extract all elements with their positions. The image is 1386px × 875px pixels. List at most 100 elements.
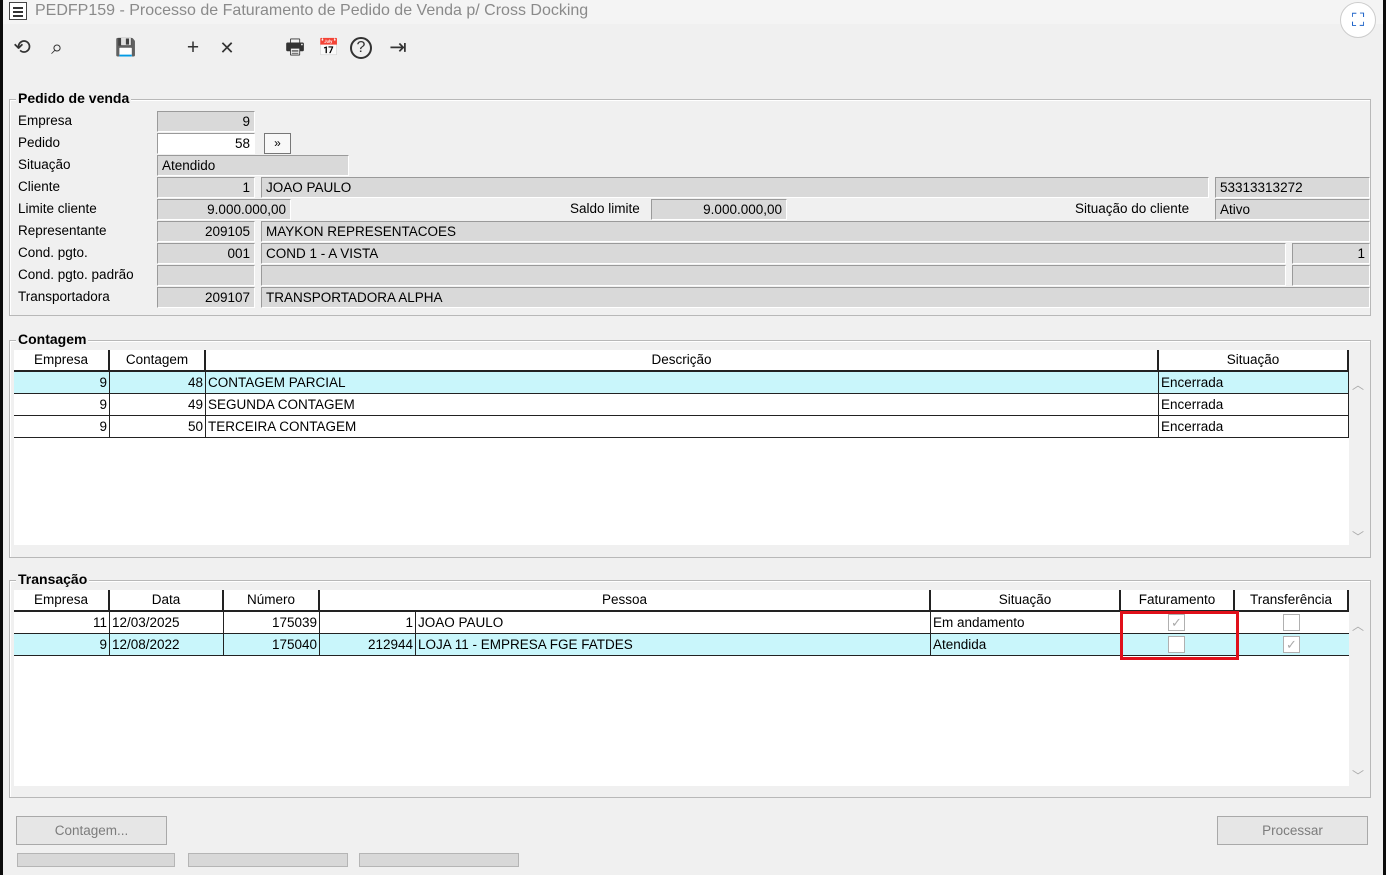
search-icon[interactable]: ⌕ [43,33,71,63]
col-data[interactable]: Data [110,590,224,610]
pedido-label: Pedido [18,135,61,150]
cell-pessoa-code: 212944 [367,637,413,652]
limite-cliente-field[interactable]: 9.000.000,00 [157,199,291,220]
screen-capture-icon[interactable]: ⛶ [1340,2,1376,38]
table-row[interactable]: 9 50 TERCEIRA CONTAGEM Encerrada [14,416,1349,438]
calendar-icon[interactable]: 📅 [315,33,343,63]
transacao-scroll-up-icon[interactable]: ︿ [1352,617,1364,634]
cell-situacao: Encerrada [1159,394,1349,415]
undo-icon[interactable]: ⟲ [8,33,36,63]
col-pessoa[interactable]: Pessoa [320,590,931,610]
table-row[interactable]: 9 49 SEGUNDA CONTAGEM Encerrada [14,394,1349,416]
transacao-header: Empresa Data Número Pessoa Situação Fatu… [14,590,1349,612]
col-empresa[interactable]: Empresa [14,590,110,610]
cond-pgto-number-field[interactable]: 1 [1292,243,1370,264]
cond-pgto-padrao-label: Cond. pgto. padrão [18,267,134,282]
cell-contagem: 48 [110,372,206,393]
cell-situacao: Encerrada [1159,416,1349,437]
transportadora-code-field[interactable]: 209107 [157,287,255,308]
contagem-scroll-up-icon[interactable]: ︿ [1352,376,1364,393]
cliente-label: Cliente [18,179,61,194]
cliente-doc-field[interactable]: 53313313272 [1215,177,1370,198]
cell-empresa: 9 [14,416,110,437]
cell-empresa: 9 [14,634,110,655]
col-faturamento[interactable]: Faturamento [1121,590,1235,610]
pedido-field[interactable]: 58 [157,133,255,154]
col-situacao[interactable]: Situação [931,590,1121,610]
cell-numero: 175040 [224,634,320,655]
exit-icon[interactable]: ⇥ [384,33,412,63]
hidden-button [359,853,519,867]
cell-data: 12/08/2022 [110,634,224,655]
empresa-label: Empresa [18,113,73,128]
cell-empresa: 11 [14,612,110,633]
col-situacao[interactable]: Situação [1159,350,1349,370]
hidden-button [17,853,175,867]
situacao-field[interactable]: Atendido [157,155,349,176]
cond-pgto-padrao-extra-field[interactable] [1292,265,1370,286]
cell-situacao: Em andamento [931,612,1121,633]
cell-situacao: Encerrada [1159,372,1349,393]
transacao-scroll-down-icon[interactable]: ﹀ [1352,767,1364,784]
situacao-cliente-field[interactable]: Ativo [1215,199,1370,220]
cell-pessoa-name: JOAO PAULO [415,612,931,633]
cell-empresa: 9 [14,394,110,415]
transferencia-checkbox[interactable] [1283,614,1300,631]
cell-pessoa-name: LOJA 11 - EMPRESA FGE FATDES [415,634,931,655]
contagem-header: Empresa Contagem Descrição Situação [14,350,1349,372]
col-contagem[interactable]: Contagem [110,350,206,370]
cond-pgto-padrao-code-field[interactable] [157,265,255,286]
delete-icon[interactable]: ✕ [213,33,241,63]
transportadora-name-field[interactable]: TRANSPORTADORA ALPHA [261,287,1370,308]
cell-empresa: 9 [14,372,110,393]
help-icon[interactable]: ? [350,37,372,59]
cliente-name-field[interactable]: JOAO PAULO [261,177,1209,198]
cell-situacao: Atendida [931,634,1121,655]
col-transferencia[interactable]: Transferência [1235,590,1349,610]
transacao-legend: Transação [16,571,90,587]
transportadora-label: Transportadora [18,289,110,304]
situacao-label: Situação [18,157,71,172]
cell-pessoa-code: 1 [405,615,413,630]
processar-button[interactable]: Processar [1217,816,1368,845]
contagem-grid[interactable]: Empresa Contagem Descrição Situação 9 48… [14,350,1349,545]
highlight-box [1120,611,1239,660]
app-icon [9,2,27,20]
cell-contagem: 50 [110,416,206,437]
col-empresa[interactable]: Empresa [14,350,110,370]
pedido-search-button[interactable]: » [264,133,291,154]
cond-pgto-code-field[interactable]: 001 [157,243,255,264]
empresa-field[interactable]: 9 [157,111,255,132]
representante-label: Representante [18,223,107,238]
col-descricao[interactable]: Descrição [206,350,1159,370]
window-border-left [0,0,3,875]
contagem-scroll-down-icon[interactable]: ﹀ [1352,528,1364,545]
save-icon[interactable]: 💾 [112,33,140,63]
cell-data: 12/03/2025 [110,612,224,633]
table-row[interactable]: 9 48 CONTAGEM PARCIAL Encerrada [14,372,1349,394]
pedido-legend: Pedido de venda [16,90,132,106]
col-numero[interactable]: Número [224,590,320,610]
contagem-legend: Contagem [16,331,89,347]
cond-pgto-label: Cond. pgto. [18,245,88,260]
limite-label: Limite cliente [18,201,97,216]
saldo-limite-label: Saldo limite [570,201,640,216]
cell-contagem: 49 [110,394,206,415]
cell-descricao: CONTAGEM PARCIAL [206,372,1159,393]
window-title: PEDFP159 - Processo de Faturamento de Pe… [35,2,589,19]
representante-name-field[interactable]: MAYKON REPRESENTACOES [261,221,1370,242]
cell-descricao: TERCEIRA CONTAGEM [206,416,1159,437]
representante-code-field[interactable]: 209105 [157,221,255,242]
transferencia-checkbox[interactable]: ✓ [1283,636,1300,653]
situacao-cliente-label: Situação do cliente [1075,201,1190,216]
add-icon[interactable]: + [179,33,207,63]
cliente-code-field[interactable]: 1 [157,177,255,198]
cond-pgto-padrao-name-field[interactable] [261,265,1286,286]
cell-descricao: SEGUNDA CONTAGEM [206,394,1159,415]
contagem-button[interactable]: Contagem... [16,816,167,845]
print-icon[interactable]: 🖶 [281,33,309,63]
cell-numero: 175039 [224,612,320,633]
hidden-button [188,853,348,867]
saldo-limite-field[interactable]: 9.000.000,00 [651,199,787,220]
cond-pgto-name-field[interactable]: COND 1 - A VISTA [261,243,1286,264]
